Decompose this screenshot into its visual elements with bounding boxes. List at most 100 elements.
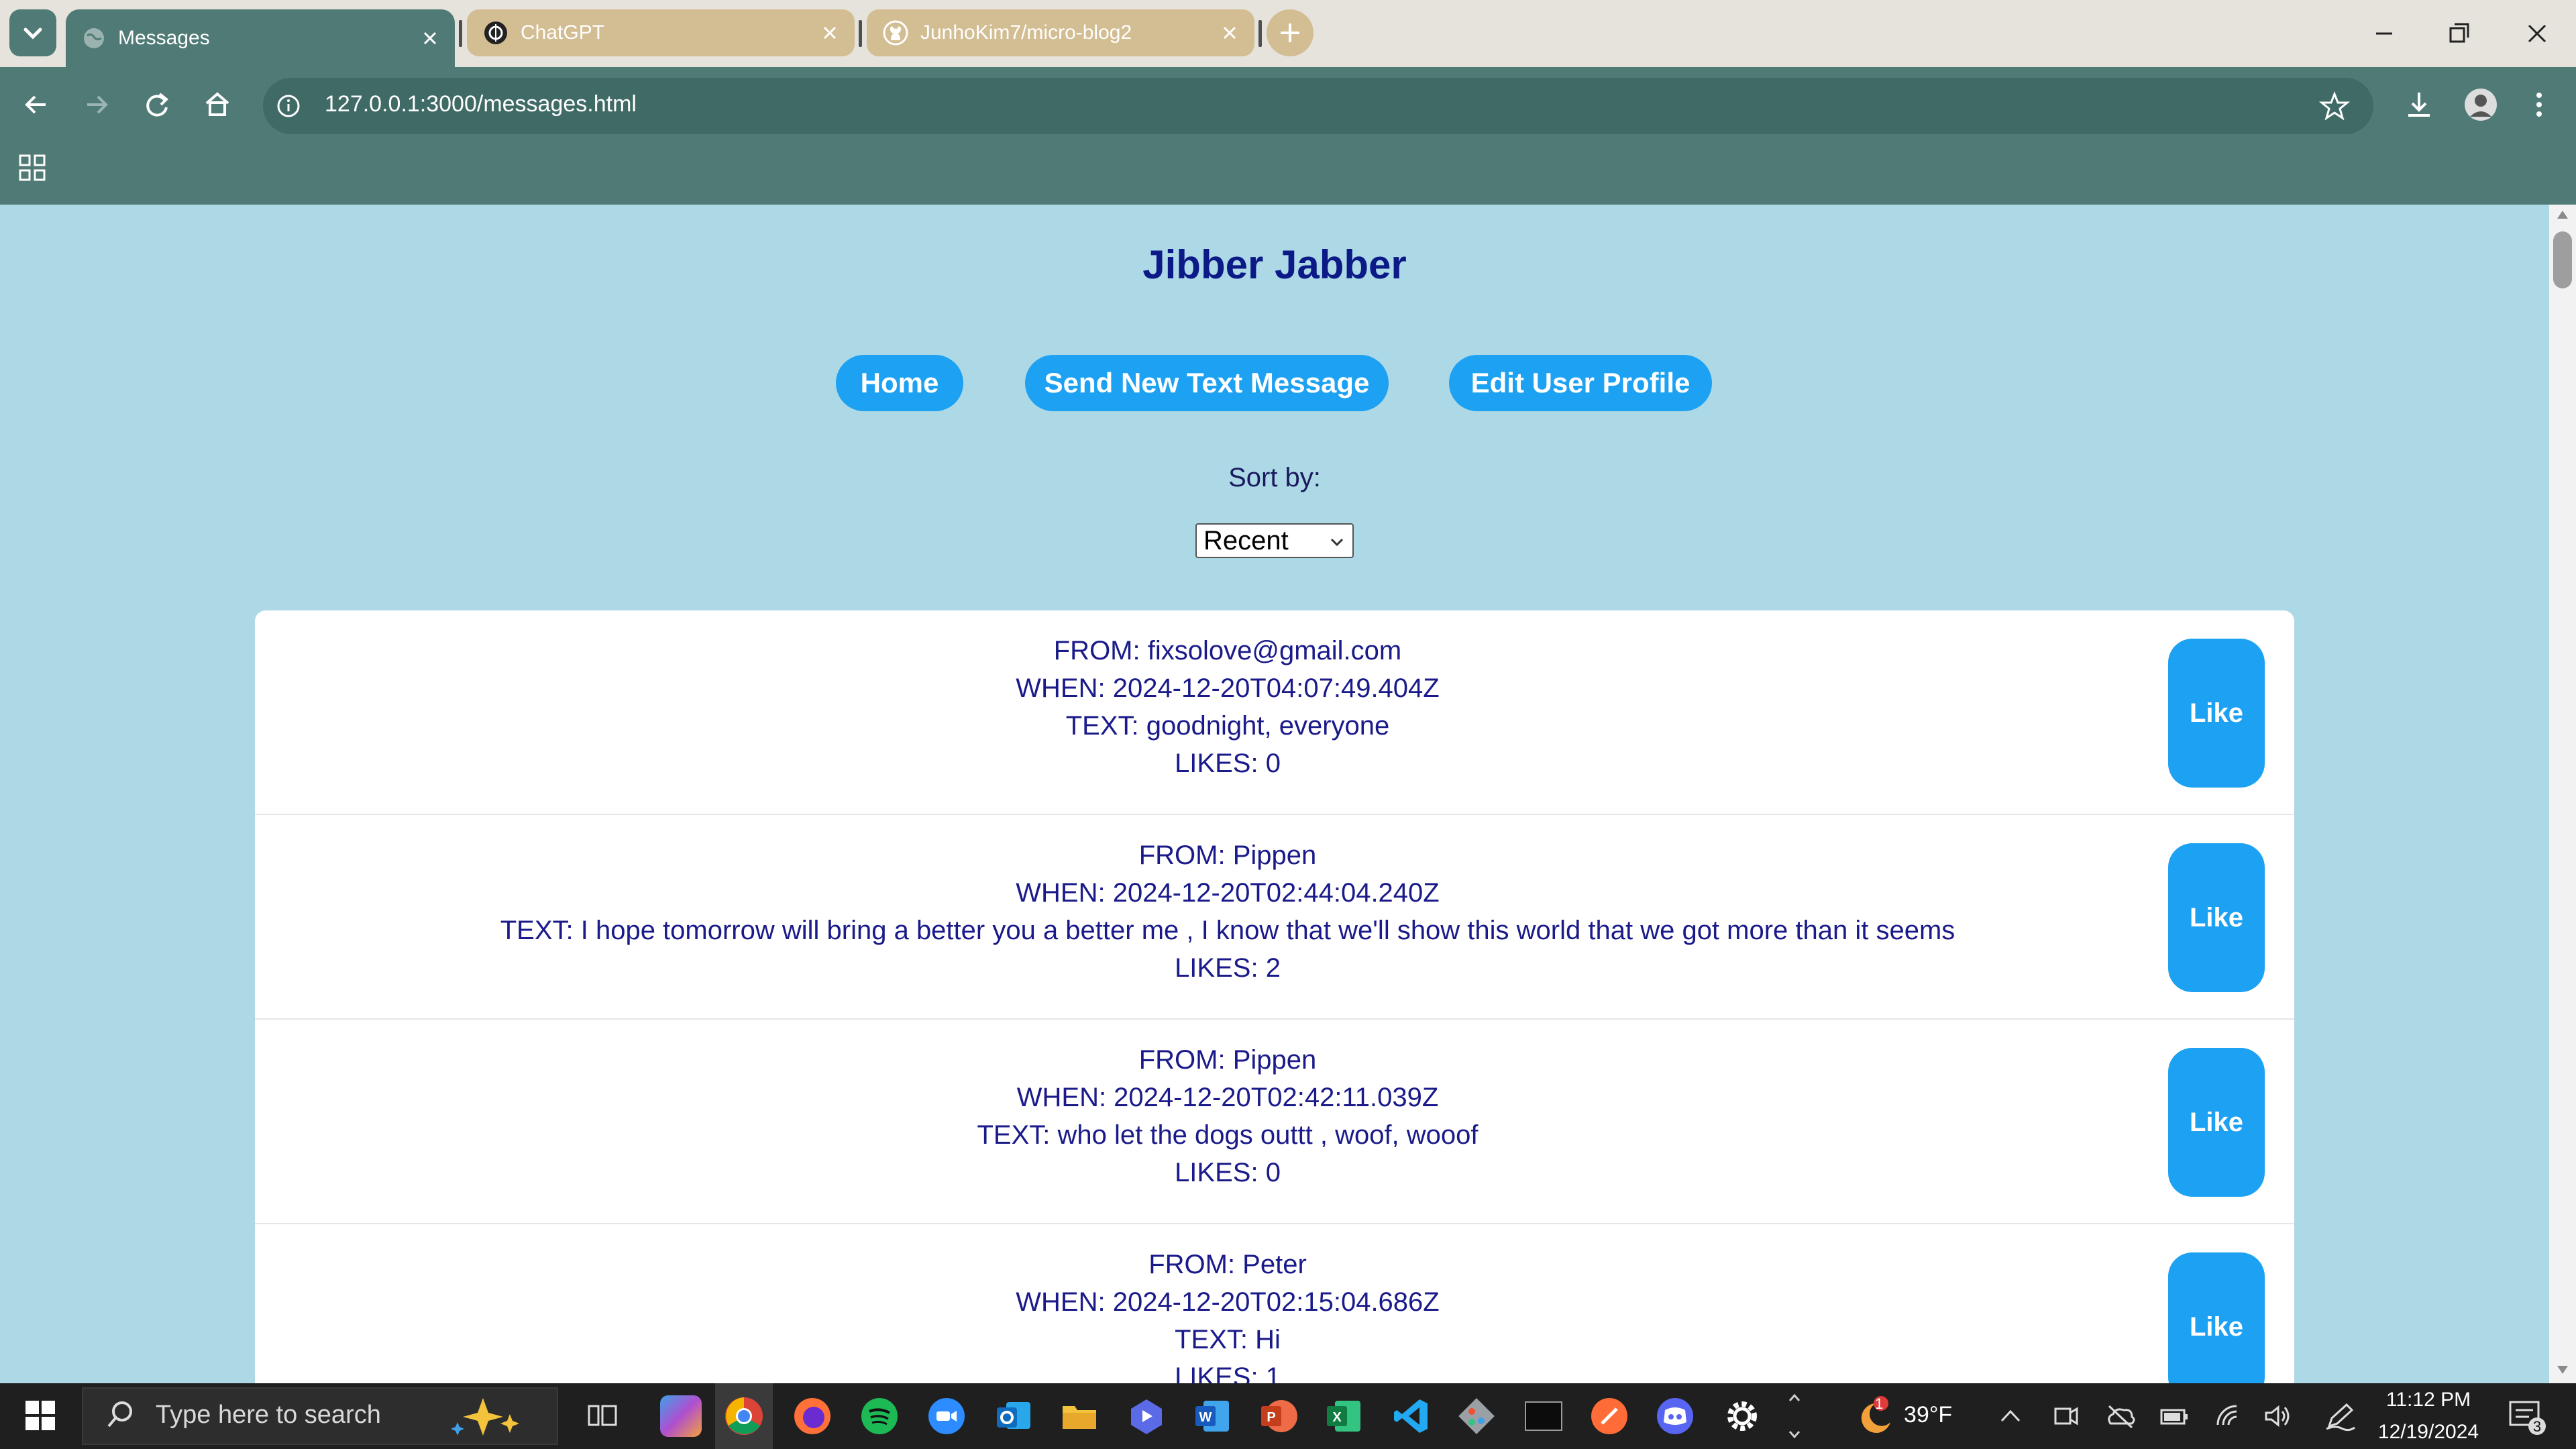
- tab-title: ChatGPT: [521, 21, 605, 44]
- chatgpt-icon: [484, 21, 507, 44]
- sort-selected-value: Recent: [1203, 525, 1289, 555]
- close-window-icon[interactable]: [2517, 13, 2557, 54]
- site-info-icon[interactable]: [272, 90, 305, 122]
- outlook-icon[interactable]: [993, 1395, 1034, 1437]
- tab-separator: [859, 20, 862, 47]
- battery-icon[interactable]: [2156, 1399, 2192, 1433]
- bookmark-star-icon[interactable]: [2316, 87, 2353, 125]
- tab-github[interactable]: JunhoKim7/micro-blog2: [867, 9, 1254, 56]
- taskbar-overflow-icon[interactable]: [1784, 1385, 1805, 1448]
- apps-grid-icon[interactable]: [17, 153, 48, 184]
- onedrive-offline-icon[interactable]: [2102, 1399, 2139, 1433]
- like-button[interactable]: Like: [2168, 639, 2265, 788]
- tab-chatgpt[interactable]: ChatGPT: [467, 9, 855, 56]
- like-button[interactable]: Like: [2168, 1048, 2265, 1197]
- show-hidden-icons[interactable]: [1995, 1399, 2026, 1433]
- zoom-icon[interactable]: [926, 1395, 967, 1437]
- settings-gear-icon[interactable]: [1721, 1395, 1763, 1437]
- globe-icon: [84, 28, 104, 48]
- message-text: TEXT: I hope tomorrow will bring a bette…: [500, 916, 1955, 945]
- clock-time[interactable]: 11:12 PM: [2375, 1389, 2482, 1411]
- tab-title: Messages: [118, 27, 210, 49]
- new-tab-button[interactable]: [1267, 9, 1313, 56]
- discord-icon[interactable]: [1654, 1395, 1696, 1437]
- sort-select[interactable]: Recent: [1195, 523, 1354, 558]
- wifi-icon[interactable]: [2211, 1399, 2245, 1433]
- postman-icon[interactable]: [1589, 1395, 1630, 1437]
- copilot-sparkle-icon: [451, 1398, 519, 1436]
- weather-alert-badge: 1: [1875, 1395, 1884, 1412]
- message-text: TEXT: Hi: [1175, 1325, 1281, 1354]
- message-from: FROM: Pippen: [1138, 1045, 1317, 1075]
- close-icon[interactable]: [820, 23, 840, 43]
- tab-messages[interactable]: Messages: [66, 9, 455, 67]
- tab-separator: [1258, 20, 1262, 47]
- like-button[interactable]: Like: [2168, 1252, 2265, 1383]
- message-from: FROM: fixsolove@gmail.com: [1053, 636, 1402, 665]
- pen-menu-icon[interactable]: [2322, 1399, 2359, 1433]
- meet-now-icon[interactable]: [2049, 1399, 2082, 1433]
- chrome-icon[interactable]: [723, 1395, 765, 1437]
- weather-temperature[interactable]: 39°F: [1904, 1402, 1952, 1428]
- svg-text:W: W: [1199, 1410, 1212, 1425]
- back-icon[interactable]: [15, 83, 58, 126]
- git-icon[interactable]: [1456, 1395, 1497, 1437]
- excel-icon[interactable]: X: [1323, 1395, 1364, 1437]
- message-from: FROM: Peter: [1148, 1250, 1307, 1279]
- task-view-icon[interactable]: [584, 1397, 621, 1434]
- tab-search-button[interactable]: [9, 9, 56, 56]
- home-icon[interactable]: [196, 83, 239, 126]
- close-icon[interactable]: [1220, 23, 1240, 43]
- send-message-button[interactable]: Send New Text Message: [1025, 355, 1389, 411]
- spotify-icon[interactable]: [859, 1395, 900, 1437]
- terminal-icon[interactable]: [1523, 1395, 1564, 1437]
- vscode-icon[interactable]: [1390, 1395, 1432, 1437]
- chevron-down-icon: [23, 28, 42, 40]
- sort-label: Sort by:: [1228, 463, 1321, 492]
- firefox-icon[interactable]: [792, 1395, 833, 1437]
- message-from: FROM: Pippen: [1138, 841, 1317, 870]
- search-icon: [107, 1401, 132, 1428]
- chevron-down-icon: [1330, 538, 1344, 547]
- notification-count: 3: [2532, 1418, 2542, 1435]
- message-feed: FROM: fixsolove@gmail.com WHEN: 2024-12-…: [255, 610, 2294, 1383]
- scroll-up-icon[interactable]: [2553, 207, 2572, 223]
- message-item: FROM: Pippen WHEN: 2024-12-20T02:44:04.2…: [255, 815, 2294, 1020]
- reload-icon[interactable]: [136, 83, 178, 126]
- taskbar-search-placeholder: Type here to search: [156, 1401, 381, 1429]
- home-button[interactable]: Home: [836, 355, 963, 411]
- forward-icon[interactable]: [75, 83, 118, 126]
- scroll-down-icon[interactable]: [2553, 1362, 2572, 1378]
- copilot-app-icon[interactable]: [660, 1395, 702, 1437]
- avatar[interactable]: [2461, 85, 2501, 125]
- more-menu-icon[interactable]: [2522, 85, 2556, 125]
- clock-date[interactable]: 12/19/2024: [2375, 1421, 2482, 1444]
- page-title: Jibber Jabber: [1142, 242, 1407, 287]
- windows-start-icon[interactable]: [20, 1395, 60, 1436]
- edit-profile-button[interactable]: Edit User Profile: [1449, 355, 1712, 411]
- url-text[interactable]: 127.0.0.1:3000/messages.html: [325, 91, 637, 117]
- weather-moon-icon[interactable]: [1849, 1393, 1897, 1438]
- page-scrollbar[interactable]: [2549, 205, 2576, 1383]
- minimize-icon[interactable]: [2364, 13, 2404, 54]
- download-icon[interactable]: [2399, 85, 2439, 125]
- powerpoint-icon[interactable]: P: [1257, 1395, 1299, 1437]
- restore-icon[interactable]: [2439, 13, 2479, 54]
- clipchamp-icon[interactable]: [1126, 1395, 1167, 1437]
- tab-title: JunhoKim7/micro-blog2: [920, 21, 1132, 44]
- like-button[interactable]: Like: [2168, 843, 2265, 992]
- word-icon[interactable]: W: [1191, 1395, 1233, 1437]
- volume-icon[interactable]: [2261, 1399, 2294, 1433]
- message-likes: LIKES: 2: [1175, 953, 1281, 983]
- message-when: WHEN: 2024-12-20T02:15:04.686Z: [1016, 1287, 1440, 1317]
- scroll-thumb[interactable]: [2553, 231, 2572, 288]
- close-icon[interactable]: [420, 28, 440, 48]
- message-when: WHEN: 2024-12-20T02:44:04.240Z: [1016, 878, 1440, 908]
- message-likes: LIKES: 0: [1175, 749, 1281, 778]
- message-when: WHEN: 2024-12-20T02:42:11.039Z: [1016, 1083, 1439, 1112]
- file-explorer-icon[interactable]: [1059, 1395, 1100, 1437]
- plus-icon: [1281, 23, 1299, 42]
- tab-separator: [459, 20, 462, 47]
- message-item: FROM: fixsolove@gmail.com WHEN: 2024-12-…: [255, 610, 2294, 815]
- page-content: Jibber Jabber Home Send New Text Message…: [0, 205, 2549, 1383]
